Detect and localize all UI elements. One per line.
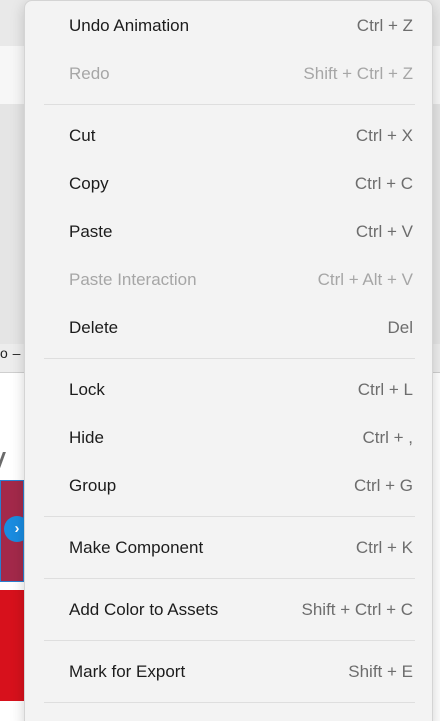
menu-item-label: Paste Interaction <box>69 270 197 289</box>
menu-item-paste[interactable]: Paste Ctrl + V <box>25 210 432 254</box>
menu-item-group[interactable]: Group Ctrl + G <box>25 464 432 508</box>
menu-separator <box>44 640 415 641</box>
menu-item-label: Redo <box>69 64 110 83</box>
menu-item-shortcut: Del <box>387 318 413 337</box>
menu-item-label: Add Color to Assets <box>69 600 219 619</box>
menu-item-shortcut: Shift + Ctrl + C <box>301 600 413 619</box>
menu-separator <box>44 104 415 105</box>
menu-item-undo-animation[interactable]: Undo Animation Ctrl + Z <box>25 4 432 48</box>
menu-item-shortcut: Shift + E <box>348 662 413 681</box>
menu-separator <box>44 578 415 579</box>
menu-separator <box>44 516 415 517</box>
menu-item-shortcut: Ctrl + L <box>357 380 413 399</box>
menu-item-make-component[interactable]: Make Component Ctrl + K <box>25 526 432 570</box>
menu-item-hide[interactable]: Hide Ctrl + , <box>25 416 432 460</box>
menu-item-label: Group <box>69 476 117 495</box>
menu-item-label: Undo Animation <box>69 16 190 35</box>
menu-item-label: Delete <box>69 318 119 337</box>
context-menu: Undo Animation Ctrl + Z Redo Shift + Ctr… <box>24 0 433 721</box>
menu-item-label: Paste <box>69 222 113 241</box>
menu-item-shortcut: Ctrl + Z <box>356 16 413 35</box>
menu-separator <box>44 702 415 703</box>
menu-item-delete[interactable]: Delete Del <box>25 306 432 350</box>
menu-item-label: Make Component <box>69 538 204 557</box>
menu-item-shortcut: Ctrl + , <box>362 428 413 447</box>
menu-item-shortcut: Ctrl + C <box>354 174 413 193</box>
menu-item-label: Copy <box>69 174 109 193</box>
menu-item-paste-interaction[interactable]: Paste Interaction Ctrl + Alt + V <box>25 258 432 302</box>
menu-item-redo[interactable]: Redo Shift + Ctrl + Z <box>25 52 432 96</box>
menu-item-shortcut: Ctrl + V <box>355 222 413 241</box>
menu-item-shortcut: Shift + Ctrl + Z <box>303 64 413 83</box>
menu-item-shortcut: Ctrl + Alt + V <box>317 270 413 289</box>
menu-item-add-color-to-assets[interactable]: Add Color to Assets Shift + Ctrl + C <box>25 588 432 632</box>
menu-item-label: Lock <box>69 380 105 399</box>
menu-item-label: Cut <box>69 126 96 145</box>
menu-separator <box>44 358 415 359</box>
menu-item-label: Hide <box>69 428 104 447</box>
menu-item-cut[interactable]: Cut Ctrl + X <box>25 114 432 158</box>
menu-item-copy[interactable]: Copy Ctrl + C <box>25 162 432 206</box>
menu-item-label: Mark for Export <box>69 662 186 681</box>
menu-item-lock[interactable]: Lock Ctrl + L <box>25 368 432 412</box>
menu-item-shortcut: Ctrl + X <box>355 126 413 145</box>
menu-item-shortcut: Ctrl + G <box>353 476 413 495</box>
artboard-label[interactable]: o – <box>0 345 21 361</box>
menu-item-mark-for-export[interactable]: Mark for Export Shift + E <box>25 650 432 694</box>
menu-item-shortcut: Ctrl + K <box>355 538 413 557</box>
